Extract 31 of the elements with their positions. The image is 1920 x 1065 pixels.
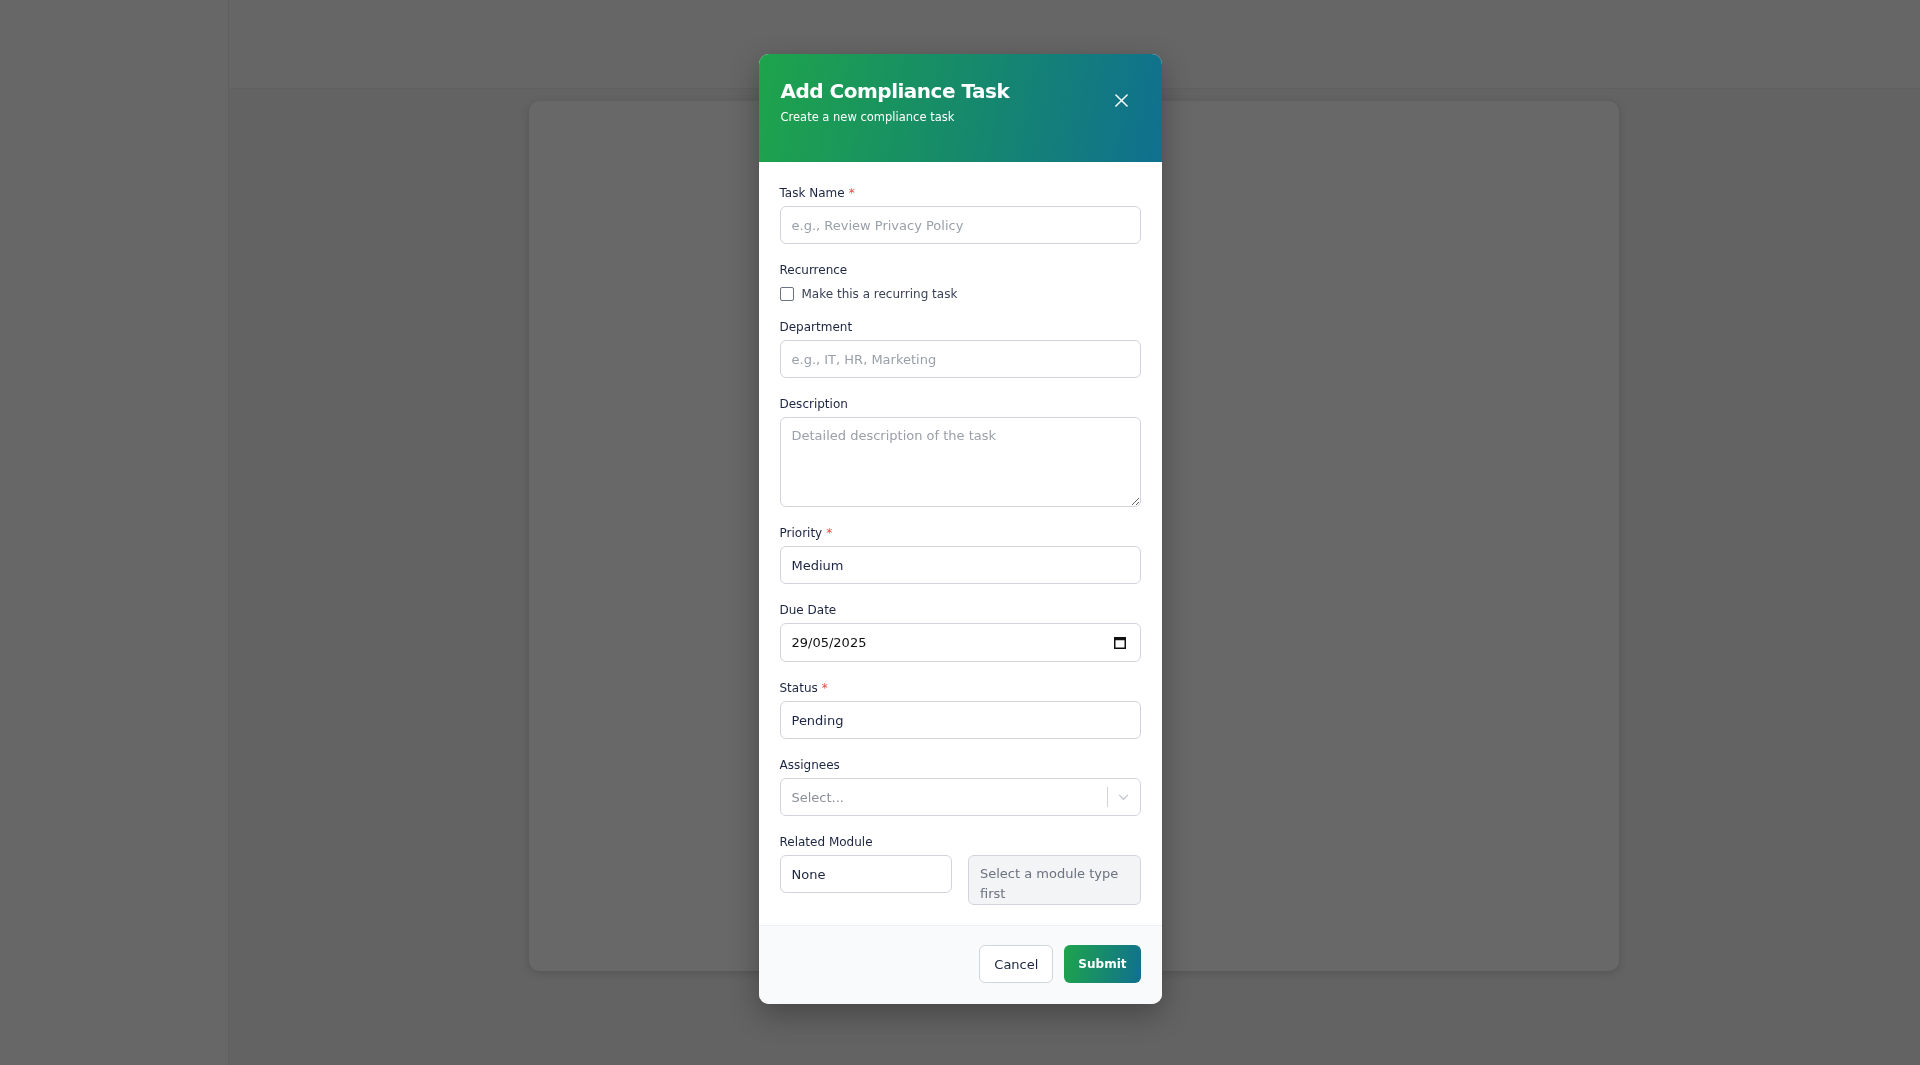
- cancel-button[interactable]: Cancel: [979, 945, 1054, 983]
- checkbox[interactable]: [779, 287, 794, 301]
- text-input[interactable]: e.g., IT, HR, Marketing: [779, 340, 1141, 378]
- label-text: Department: [779, 320, 853, 334]
- label-text: Status: [779, 681, 818, 695]
- select-field[interactable]: Medium: [779, 546, 1141, 584]
- label-text: Recurrence: [779, 263, 848, 277]
- close-icon[interactable]: [1114, 94, 1128, 107]
- module-select: Select a module type first: [968, 855, 1141, 905]
- text-input[interactable]: e.g., Review Privacy Policy: [779, 206, 1141, 244]
- required-mark: *: [848, 186, 855, 200]
- label-text: Description: [779, 397, 848, 411]
- module-type-select[interactable]: None: [779, 855, 952, 893]
- label-text: Priority: [779, 526, 823, 540]
- dialog-subtitle: Create a new compliance task: [780, 110, 956, 124]
- dialog-title: Add Compliance Task: [780, 78, 1010, 104]
- label-text: Task Name: [779, 186, 845, 200]
- label-text: Related Module: [779, 835, 873, 849]
- select-placeholder: Select...: [791, 789, 845, 805]
- label-text: Assignees: [779, 758, 840, 772]
- select-field[interactable]: Pending: [779, 701, 1141, 739]
- required-mark: *: [821, 681, 828, 695]
- submit-button[interactable]: Submit: [1064, 945, 1141, 983]
- calendar-icon[interactable]: [1113, 636, 1126, 649]
- label-text: Due Date: [779, 603, 837, 617]
- chevron-down-icon: [1117, 793, 1129, 801]
- checkbox-label[interactable]: Make this a recurring task: [801, 287, 958, 301]
- text-area[interactable]: Detailed description of the task: [779, 417, 1141, 507]
- required-mark: *: [826, 526, 833, 540]
- date-field[interactable]: 29/05/2025: [779, 623, 1141, 662]
- date-value: 29/05/2025: [791, 635, 867, 650]
